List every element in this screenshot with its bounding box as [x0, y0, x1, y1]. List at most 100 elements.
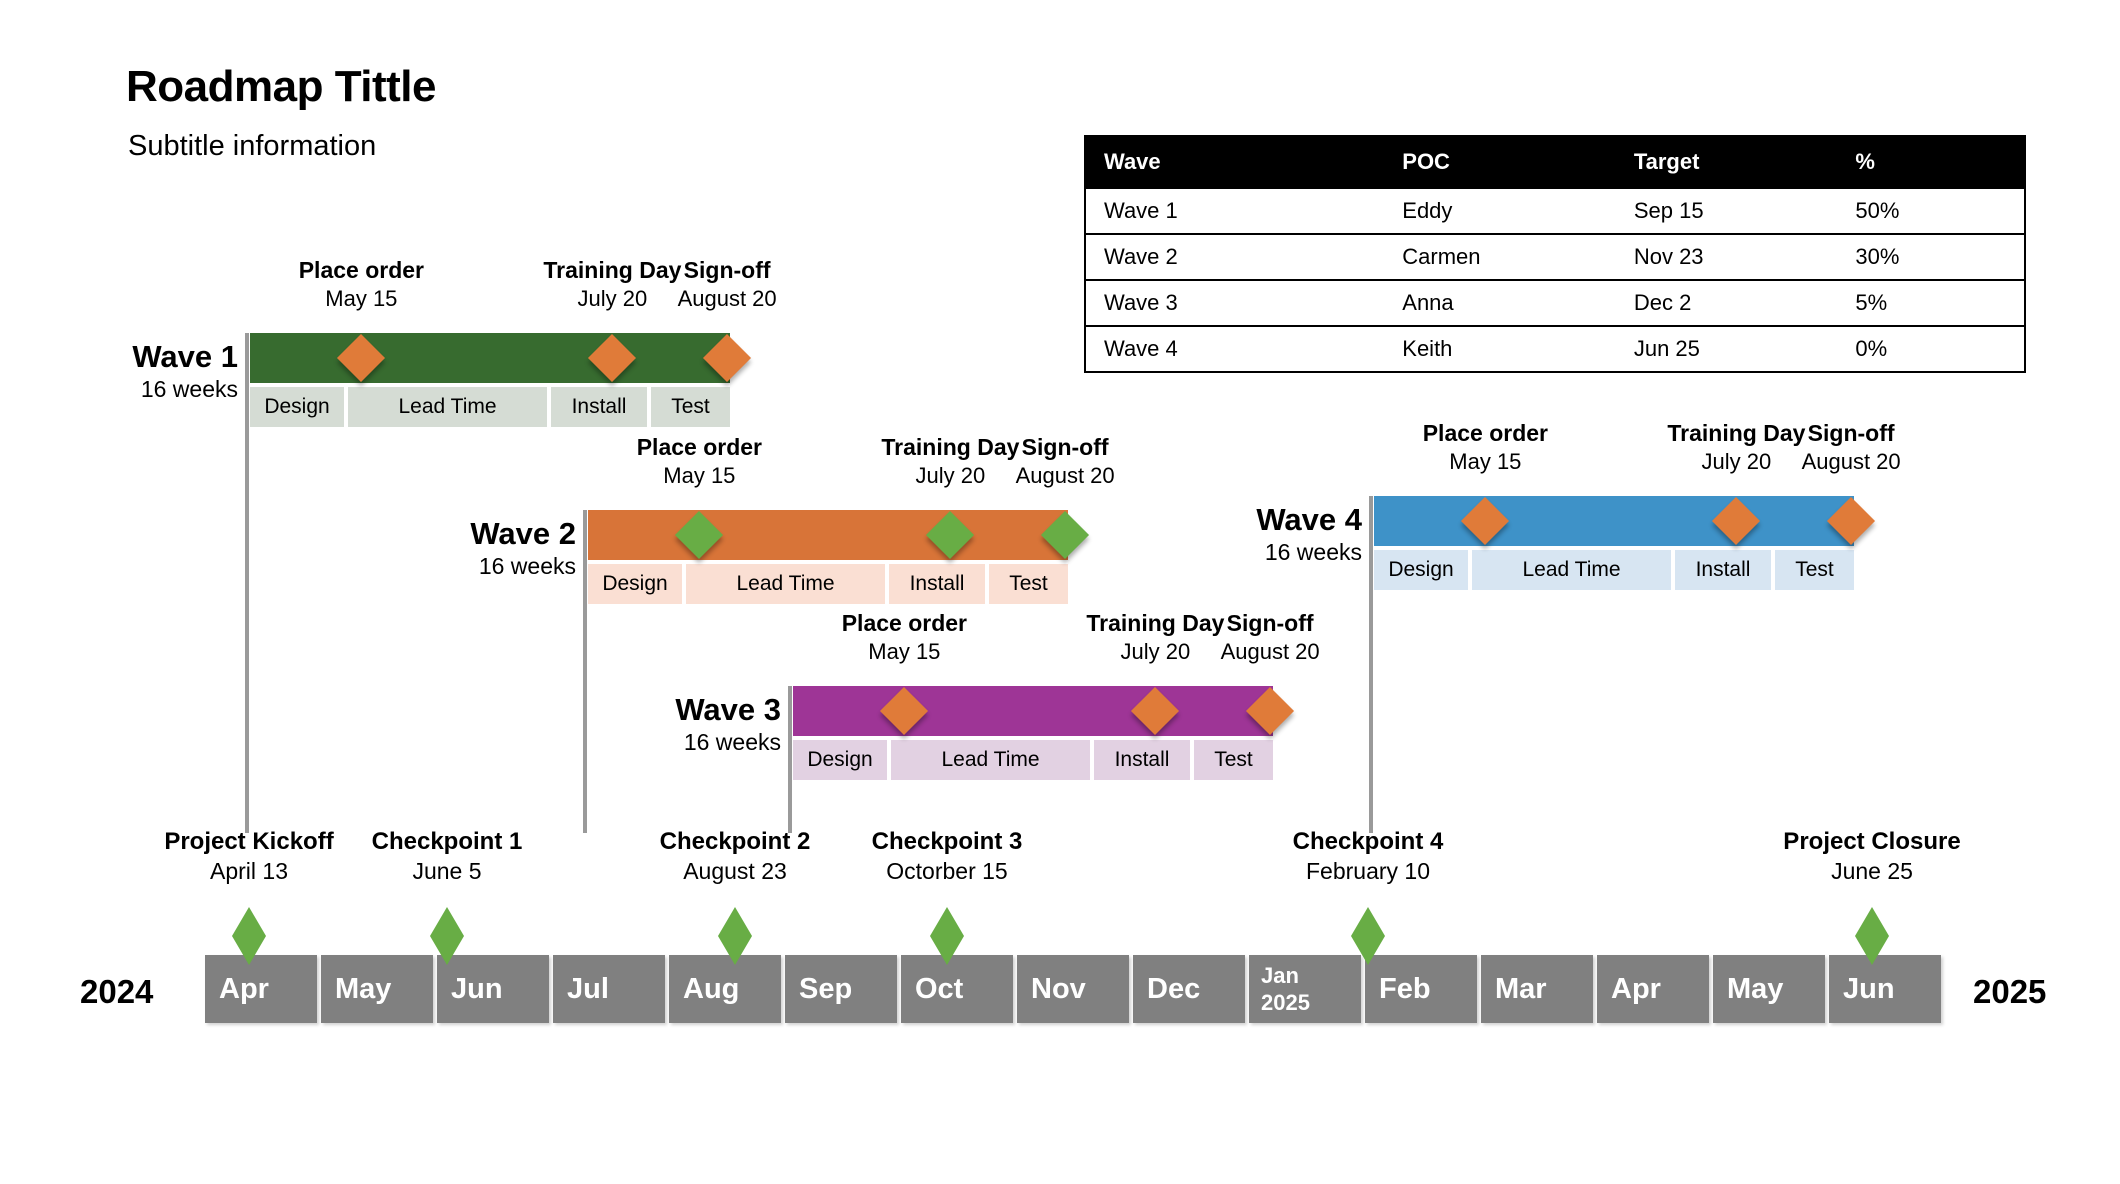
- milestone-label: Place order May 15: [1423, 419, 1548, 475]
- cell-wave: Wave 3: [1085, 279, 1385, 326]
- milestone-date: August 20: [677, 285, 777, 311]
- page-title: Roadmap Tittle: [126, 62, 437, 111]
- cell-wave: Wave 2: [1085, 233, 1385, 280]
- timeline-month-label: Jun: [451, 972, 503, 1005]
- phase-box[interactable]: Install: [1094, 740, 1190, 780]
- milestone-date: May 15: [663, 462, 736, 488]
- phase-box[interactable]: Test: [651, 387, 730, 427]
- checkpoint-title: Checkpoint 3: [871, 828, 1023, 855]
- timeline-month-cell[interactable]: Oct: [901, 955, 1013, 1023]
- cell-poc: Eddy: [1384, 187, 1616, 234]
- page-subtitle: Subtitle information: [128, 130, 377, 162]
- wave-bar[interactable]: [1374, 496, 1854, 546]
- timeline-month-label: Jan 2025: [1261, 962, 1310, 1016]
- timeline-month-cell[interactable]: Apr: [205, 955, 317, 1023]
- wave-label: Wave 1 16 weeks: [0, 339, 238, 405]
- checkpoint-title: Project Kickoff: [164, 828, 334, 855]
- phase-box[interactable]: Design: [588, 564, 682, 604]
- milestone-label: Training Day July 20: [1086, 609, 1224, 665]
- milestone-title: Place order: [841, 610, 968, 636]
- column-header-percent: %: [1837, 136, 2025, 188]
- timeline-month-label: Sep: [799, 972, 853, 1005]
- wave-name: Wave 1: [132, 339, 238, 374]
- timeline-month-cell[interactable]: May: [1713, 955, 1825, 1023]
- phase-box[interactable]: Lead Time: [1472, 550, 1671, 590]
- milestone-label: Training Day July 20: [881, 433, 1019, 489]
- checkpoint-date: June 25: [1831, 858, 1913, 884]
- phase-box[interactable]: Lead Time: [348, 387, 547, 427]
- timeline-month-label: Apr: [1611, 972, 1661, 1005]
- column-header-wave: Wave: [1085, 136, 1385, 188]
- wave-name: Wave 3: [675, 692, 781, 727]
- wave-phase-row: Design Lead Time Install Test: [793, 740, 1273, 780]
- table-header-row: Wave POC Target %: [1085, 136, 2025, 188]
- timeline-end-year: 2025: [1973, 973, 2047, 1010]
- milestone-date: May 15: [325, 285, 398, 311]
- phase-box[interactable]: Design: [250, 387, 344, 427]
- phase-box[interactable]: Design: [793, 740, 887, 780]
- timeline-month-cell[interactable]: Jul: [553, 955, 665, 1023]
- cell-target: Dec 2: [1615, 279, 1838, 326]
- wave-connector-line: [245, 333, 249, 833]
- wave-connector-line: [788, 686, 792, 833]
- phase-box[interactable]: Lead Time: [686, 564, 885, 604]
- phase-box[interactable]: Install: [889, 564, 985, 604]
- wave-phase-row: Design Lead Time Install Test: [588, 564, 1068, 604]
- wave-name: Wave 2: [470, 516, 576, 551]
- timeline-month-label: Aug: [683, 972, 740, 1005]
- timeline-month-cell[interactable]: Jun: [1829, 955, 1941, 1023]
- milestone-title: Place order: [298, 257, 425, 283]
- phase-box[interactable]: Install: [551, 387, 647, 427]
- phase-box[interactable]: Install: [1675, 550, 1771, 590]
- milestone-label: Place order May 15: [637, 433, 762, 489]
- cell-poc: Keith: [1384, 325, 1616, 372]
- timeline-month-cell[interactable]: May: [321, 955, 433, 1023]
- checkpoint-label: Checkpoint 2 August 23: [660, 827, 811, 886]
- milestone-date: May 15: [1449, 448, 1522, 474]
- timeline-month-cell[interactable]: Jun: [437, 955, 549, 1023]
- timeline-month-cell[interactable]: Sep: [785, 955, 897, 1023]
- milestone-date: May 15: [868, 638, 941, 664]
- phase-box[interactable]: Test: [989, 564, 1068, 604]
- phase-box[interactable]: Lead Time: [891, 740, 1090, 780]
- cell-percent: 50%: [1837, 187, 2025, 234]
- checkpoint-date: August 23: [683, 858, 787, 884]
- cell-percent: 30%: [1837, 233, 2025, 280]
- milestone-label: Training Day July 20: [1667, 419, 1805, 475]
- checkpoint-date: April 13: [210, 858, 288, 884]
- milestone-label: Sign-off August 20: [1016, 433, 1115, 489]
- timeline-month-label: Mar: [1495, 972, 1547, 1005]
- checkpoint-label: Project Kickoff April 13: [164, 827, 333, 886]
- phase-box[interactable]: Test: [1194, 740, 1273, 780]
- timeline-month-cell[interactable]: Nov: [1017, 955, 1129, 1023]
- timeline-month-cell[interactable]: Jan 2025: [1249, 955, 1361, 1023]
- timeline-month-cell[interactable]: Aug: [669, 955, 781, 1023]
- phase-box[interactable]: Test: [1775, 550, 1854, 590]
- milestone-title: Sign-off: [1021, 434, 1109, 460]
- milestone-title: Training Day: [543, 257, 682, 283]
- milestone-date: August 20: [1220, 638, 1320, 664]
- milestone-label: Place order May 15: [299, 256, 424, 312]
- wave-bar[interactable]: [250, 333, 730, 383]
- milestone-date: August 20: [1801, 448, 1901, 474]
- timeline-month-cell[interactable]: Feb: [1365, 955, 1477, 1023]
- wave-bar[interactable]: [588, 510, 1068, 560]
- timeline-month-cell[interactable]: Dec: [1133, 955, 1245, 1023]
- column-header-poc: POC: [1384, 136, 1616, 188]
- milestone-title: Training Day: [1086, 610, 1225, 636]
- timeline-month-label: Dec: [1147, 972, 1201, 1005]
- timeline-month-label: Apr: [219, 972, 269, 1005]
- milestone-label: Sign-off August 20: [1221, 609, 1320, 665]
- wave-label: Wave 3 16 weeks: [451, 692, 781, 758]
- timeline-start-year: 2024: [80, 973, 154, 1010]
- wave-bar[interactable]: [793, 686, 1273, 736]
- timeline-month-cell[interactable]: Mar: [1481, 955, 1593, 1023]
- timeline-month-cell[interactable]: Apr: [1597, 955, 1709, 1023]
- wave-phase-row: Design Lead Time Install Test: [250, 387, 730, 427]
- wave-connector-line: [1369, 496, 1373, 833]
- timeline-month-row: Apr May Jun Jul Aug Sep Oct Nov Dec Jan 2025 Feb Ma…: [205, 955, 1941, 1023]
- phase-box[interactable]: Design: [1374, 550, 1468, 590]
- checkpoint-date: Octorber 15: [886, 858, 1008, 884]
- cell-poc: Anna: [1384, 279, 1616, 326]
- wave-connector-line: [583, 510, 587, 833]
